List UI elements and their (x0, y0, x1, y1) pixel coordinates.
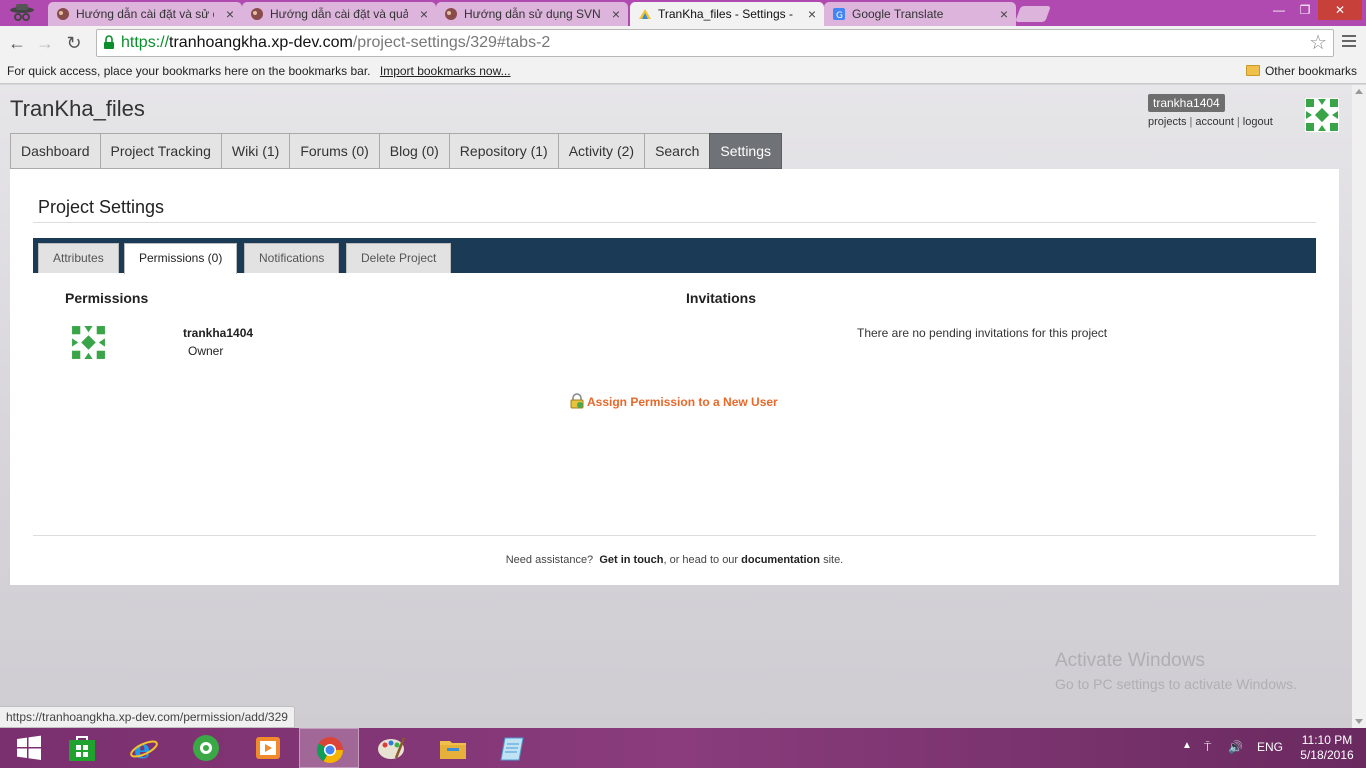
get-in-touch-link[interactable]: Get in touch (599, 554, 663, 566)
browser-tab-active[interactable]: TranKha_files - Settings - × (630, 2, 824, 26)
close-tab-icon[interactable]: × (1000, 6, 1008, 22)
tab-title: TranKha_files - Settings - (658, 7, 793, 21)
notepad-icon[interactable] (484, 728, 544, 768)
projects-link[interactable]: projects (1148, 116, 1187, 128)
site-favicon-icon (251, 8, 263, 20)
file-explorer-icon[interactable] (423, 728, 483, 768)
svg-text:G: G (836, 11, 843, 21)
browser-tab-strip: Hướng dẫn cài đặt và sử dụng × Hướng dẫn… (0, 0, 1366, 26)
media-player-icon[interactable] (238, 728, 298, 768)
member-avatar (70, 324, 107, 361)
input-language[interactable]: ENG (1257, 740, 1283, 754)
site-favicon-icon (57, 8, 69, 20)
network-icon[interactable]: ⍑ (1204, 740, 1211, 755)
other-bookmarks[interactable]: Other bookmarks (1245, 64, 1357, 78)
invitations-heading: Invitations (686, 290, 757, 306)
reload-icon[interactable]: ↻ (63, 32, 85, 54)
browser-tab[interactable]: Hướng dẫn cài đặt và quản × (242, 2, 436, 26)
bookmarks-bar: For quick access, place your bookmarks h… (0, 60, 1366, 84)
permissions-heading: Permissions (65, 290, 149, 306)
username-badge[interactable]: trankha1404 (1148, 94, 1225, 112)
member-role: Owner (188, 344, 224, 358)
link-status-bubble: https://tranhoangkha.xp-dev.com/permissi… (0, 706, 295, 728)
nav-activity[interactable]: Activity (2) (557, 133, 645, 169)
bookmarks-hint: For quick access, place your bookmarks h… (7, 64, 371, 78)
nav-blog[interactable]: Blog (0) (378, 133, 449, 169)
folder-icon (1245, 65, 1260, 76)
project-nav: Dashboard Project Tracking Wiki (1) Foru… (10, 133, 783, 169)
url-scheme: https:// (121, 34, 170, 51)
chrome-menu-icon[interactable] (1340, 32, 1358, 52)
nav-settings[interactable]: Settings (709, 133, 783, 169)
windows-start-icon[interactable] (0, 728, 60, 768)
show-hidden-icons[interactable]: ▲ (1182, 740, 1192, 751)
divider (33, 535, 1316, 536)
url-path: /project-settings/329#tabs-2 (352, 34, 551, 51)
restore-icon[interactable]: ❐ (1292, 0, 1318, 20)
browser-tab[interactable]: Hướng dẫn cài đặt và sử dụng × (48, 2, 242, 26)
url-host: tranhoangkha.xp-dev.com (169, 34, 353, 51)
page-title: Project Settings (38, 197, 165, 217)
tab-delete-project[interactable]: Delete Project (346, 243, 452, 273)
browser-tab[interactable]: Hướng dẫn sử dụng SVN × (436, 2, 628, 26)
account-link[interactable]: account (1195, 116, 1234, 128)
close-tab-icon[interactable]: × (226, 6, 234, 22)
address-bar[interactable]: https://tranhoangkha.xp-dev.com/project-… (96, 29, 1334, 57)
system-clock[interactable]: 11:10 PM 5/18/2016 (1296, 733, 1358, 763)
close-window-icon[interactable]: ✕ (1318, 0, 1362, 20)
chrome-icon[interactable] (299, 728, 359, 768)
nav-dashboard[interactable]: Dashboard (10, 133, 100, 169)
activate-windows-watermark: Activate Windows Go to PC settings to ac… (1055, 650, 1297, 692)
tab-permissions[interactable]: Permissions (0) (124, 243, 238, 274)
lock-icon (104, 35, 114, 49)
import-bookmarks-link[interactable]: Import bookmarks now... (380, 64, 511, 78)
nav-repository[interactable]: Repository (1) (448, 133, 558, 169)
user-menu: trankha1404 projects | account | logout (1148, 94, 1273, 128)
site-favicon-icon (445, 8, 457, 20)
browser-tab[interactable]: G Google Translate × (824, 2, 1016, 26)
close-tab-icon[interactable]: × (808, 6, 816, 22)
google-translate-icon: G (833, 8, 845, 21)
nav-wiki[interactable]: Wiki (1) (220, 133, 290, 169)
tab-title: Hướng dẫn cài đặt và sử dụng (76, 7, 214, 21)
incognito-icon (10, 4, 34, 21)
volume-icon[interactable]: 🔊 (1228, 740, 1243, 754)
close-tab-icon[interactable]: × (612, 6, 620, 22)
store-icon[interactable] (52, 728, 112, 768)
no-invitations-text: There are no pending invitations for thi… (857, 326, 1108, 340)
logout-link[interactable]: logout (1243, 116, 1273, 128)
tab-title: Hướng dẫn sử dụng SVN (464, 7, 600, 21)
assign-permission-link[interactable]: Assign Permission to a New User (570, 393, 778, 409)
footer: Need assistance? Get in touch, or head t… (505, 554, 844, 566)
tab-attributes[interactable]: Attributes (38, 243, 119, 273)
nav-project-tracking[interactable]: Project Tracking (99, 133, 221, 169)
tab-title: Hướng dẫn cài đặt và quản (270, 7, 408, 21)
internet-explorer-icon[interactable]: e (114, 728, 174, 768)
project-title: TranKha_files (10, 96, 145, 121)
user-avatar[interactable] (1304, 97, 1340, 133)
browser-toolbar: ← → ↻ https://tranhoangkha.xp-dev.com/pr… (0, 26, 1366, 60)
tab-notifications[interactable]: Notifications (244, 243, 340, 273)
nav-forums[interactable]: Forums (0) (289, 133, 379, 169)
web-page: TranKha_files trankha1404 projects | accou… (0, 85, 1352, 728)
back-arrow-icon[interactable]: ← (6, 32, 28, 54)
settings-tab-bar: Attributes Permissions (0) Notifications… (33, 238, 1316, 274)
settings-panel: Project Settings Attributes Permissions … (10, 169, 1339, 585)
nav-search[interactable]: Search (644, 133, 710, 169)
minimize-icon[interactable]: — (1266, 0, 1292, 20)
divider (33, 222, 1316, 223)
greenshot-icon[interactable] (176, 728, 236, 768)
member-username[interactable]: trankha1404 (183, 326, 253, 340)
lock-add-icon (570, 393, 584, 409)
bookmark-star-icon[interactable]: ☆ (1309, 30, 1327, 56)
close-tab-icon[interactable]: × (420, 6, 428, 22)
new-tab-button[interactable] (1015, 6, 1051, 22)
xp-dev-favicon-icon (639, 9, 651, 19)
forward-arrow-icon[interactable]: → (34, 32, 56, 54)
paint-icon[interactable] (361, 728, 421, 768)
documentation-link[interactable]: documentation (741, 554, 820, 566)
windows-taskbar: e ▲ ⍑ 🔊 ENG 11:10 PM 5/18/2016 (0, 728, 1366, 768)
tab-title: Google Translate (852, 7, 944, 21)
page-scrollbar[interactable] (1352, 85, 1366, 728)
